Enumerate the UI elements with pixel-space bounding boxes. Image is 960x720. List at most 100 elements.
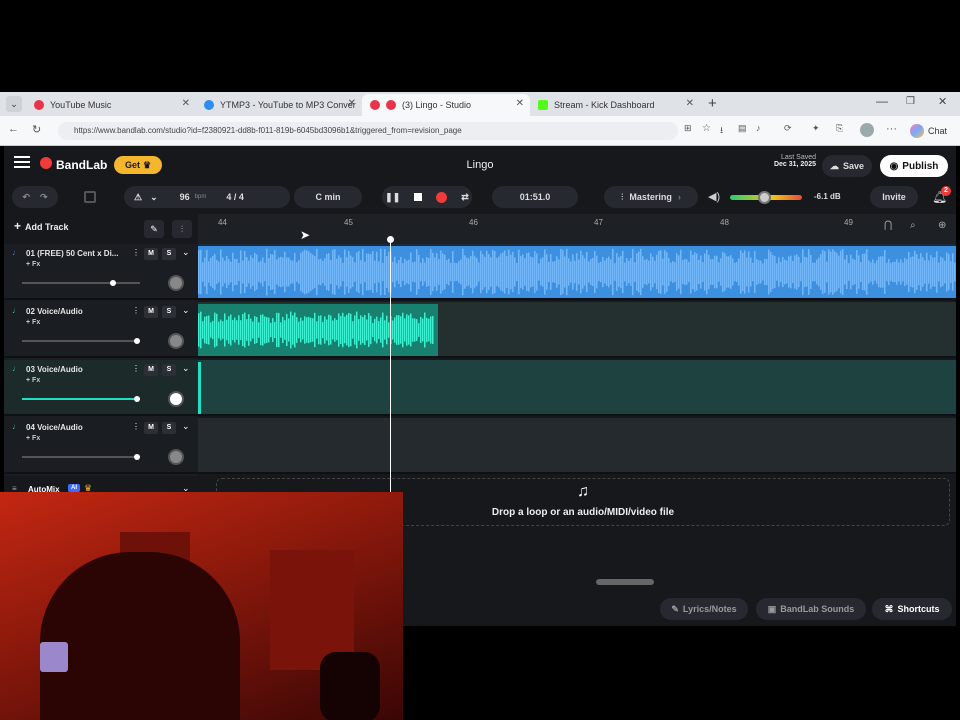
fader-knob[interactable] [134,338,140,344]
fx-button[interactable]: + Fx [26,319,40,326]
chevron-down-icon[interactable]: ⌄ [150,192,158,203]
publish-button[interactable]: ◉ Publish [880,155,948,177]
horizontal-scrollbar[interactable] [596,579,654,585]
volume-fader[interactable] [22,338,140,344]
bandlab-sounds-button[interactable]: ▣ BandLab Sounds [756,598,866,620]
metronome-icon[interactable]: ⚠ [134,192,142,203]
pan-knob[interactable] [168,449,184,465]
audio-region[interactable] [198,304,438,356]
app-icon[interactable]: ⊞ [684,123,692,134]
pause-icon[interactable]: ❚❚ [385,192,400,203]
browser-tab-active[interactable]: (3) Lingo - Studio ✕ [362,94,530,116]
pan-knob[interactable] [168,391,184,407]
new-tab-icon[interactable]: + [708,95,717,112]
fx-button[interactable]: + Fx [26,377,40,384]
fader-knob[interactable] [110,280,116,286]
save-button[interactable]: ☁ Save [822,155,872,177]
playhead-handle[interactable] [387,236,394,243]
mute-button[interactable]: M [144,306,158,318]
playhead[interactable] [390,238,391,492]
solo-button[interactable]: S [162,306,176,318]
avatar[interactable] [860,123,874,137]
reload-icon[interactable]: ↻ [32,123,41,136]
redo-icon[interactable]: ↷ [40,192,48,203]
track-header[interactable]: ♩ 01 (FREE) 50 Cent x Di... ⋮ M S ⌄ + Fx [4,244,198,300]
url-field[interactable]: https://www.bandlab.com/studio?id=f23809… [58,122,678,140]
magnet-icon[interactable]: ⋂ [884,220,892,231]
close-tab-icon[interactable]: ✕ [686,98,694,109]
close-tab-icon[interactable]: ✕ [348,98,356,109]
mute-button[interactable]: M [144,248,158,260]
chevron-down-icon[interactable]: ⌄ [182,305,190,316]
track-lane[interactable] [198,244,956,300]
volume-fader[interactable] [22,454,140,460]
track-lane[interactable] [198,418,956,474]
pan-knob[interactable] [168,333,184,349]
favorites-icon[interactable]: ✦ [812,123,820,134]
minimize-icon[interactable]: — [876,94,888,108]
time-signature[interactable]: 4 / 4 [226,192,244,202]
zoom-in-icon[interactable]: ⊕ [938,220,946,231]
mute-button[interactable]: M [144,422,158,434]
track-name[interactable]: 03 Voice/Audio [26,365,126,374]
more-icon[interactable]: ··· [886,123,897,135]
solo-button[interactable]: S [162,364,176,376]
more-icon[interactable]: ⋮ [132,364,140,373]
menu-icon[interactable] [14,156,30,168]
volume-fader[interactable] [22,280,140,286]
add-track-button[interactable]: + Add Track [14,220,69,232]
reading-icon[interactable]: ▤ [738,123,747,134]
chevron-down-icon[interactable]: ⌄ [182,421,190,432]
solo-button[interactable]: S [162,422,176,434]
star-icon[interactable]: ☆ [702,123,711,134]
close-tab-icon[interactable]: ✕ [516,98,524,109]
track-header[interactable]: ♩ 02 Voice/Audio ⋮ M S ⌄ + Fx [4,302,198,358]
master-volume-knob[interactable] [758,191,771,204]
tempo-value[interactable]: 96 [180,192,190,202]
mute-button[interactable]: M [144,364,158,376]
fx-button[interactable]: + Fx [26,435,40,442]
pan-knob[interactable] [168,275,184,291]
collections-icon[interactable]: ⎘ [836,123,843,134]
speaker-icon[interactable]: ◀︎) [708,190,720,203]
volume-fader[interactable] [22,396,140,402]
track-lane-selected[interactable] [198,360,956,416]
more-icon[interactable]: ⋮ [132,306,140,315]
track-lane[interactable] [198,302,956,358]
project-title[interactable]: Lingo [450,159,510,171]
filter-icon[interactable]: ⫶ [172,220,192,238]
track-name[interactable]: 04 Voice/Audio [26,423,126,432]
invite-button[interactable]: Invite [870,186,918,208]
fader-knob[interactable] [134,454,140,460]
loop-icon[interactable]: ⇄ [461,192,469,203]
mastering-button[interactable]: ⫶ Mastering › [604,186,698,208]
back-icon[interactable]: ← [8,123,19,135]
fx-button[interactable]: + Fx [26,261,40,268]
fader-knob[interactable] [134,396,140,402]
shortcuts-button[interactable]: ⌘ Shortcuts [872,598,952,620]
browser-tab[interactable]: YTMP3 - YouTube to MP3 Conver ✕ [196,94,362,116]
close-tab-icon[interactable]: ✕ [182,98,190,109]
download-icon[interactable]: ⭳ [720,123,723,139]
tab-list-chevron-icon[interactable]: ⌄ [6,96,22,112]
key-selector[interactable]: C min [294,186,362,208]
solo-button[interactable]: S [162,248,176,260]
stop-icon[interactable] [414,193,423,201]
more-icon[interactable]: ⋮ [132,248,140,257]
position-display[interactable]: 01:51.0 [492,186,578,208]
bell-icon[interactable]: ♪ [756,123,761,133]
master-volume-slider[interactable] [730,191,802,204]
get-membership-button[interactable]: Get ♛ [114,156,162,174]
audio-region[interactable] [198,246,956,298]
undo-icon[interactable]: ↶ [22,192,30,203]
track-name[interactable]: 01 (FREE) 50 Cent x Di... [26,249,126,258]
pencil-icon[interactable]: ✎ [144,220,164,238]
browser-tab[interactable]: YouTube Music ✕ [26,94,196,116]
chevron-down-icon[interactable]: ⌄ [182,363,190,374]
chevron-down-icon[interactable]: ⌄ [182,247,190,258]
loop-region-icon[interactable] [84,191,96,203]
lyrics-notes-button[interactable]: ✎ Lyrics/Notes [660,598,748,620]
close-window-icon[interactable]: ✕ [938,95,947,108]
track-name[interactable]: 02 Voice/Audio [26,307,126,316]
track-header[interactable]: ♩ 04 Voice/Audio ⋮ M S ⌄ + Fx [4,418,198,474]
